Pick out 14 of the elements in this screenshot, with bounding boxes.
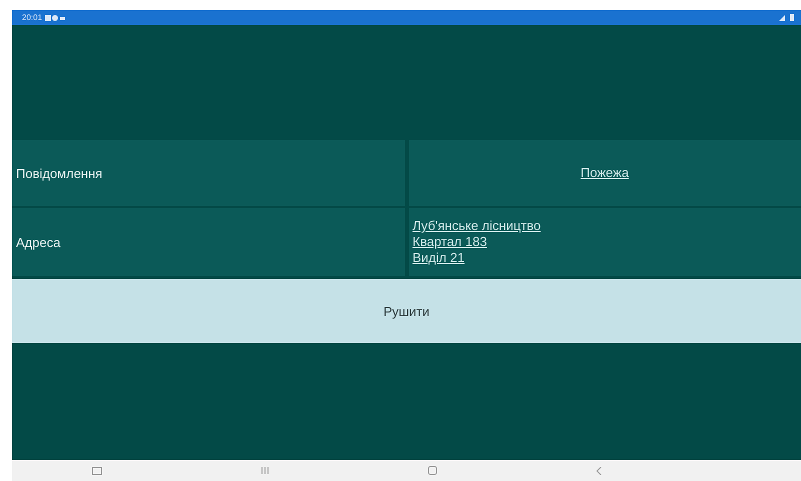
menu-icon[interactable] [260,467,268,474]
status-time: 20:01 [22,13,42,22]
signal-battery-icon [779,14,795,21]
row-label: Адреса [16,234,60,250]
back-icon[interactable] [596,466,602,474]
value-link[interactable]: Пожежа [580,165,629,181]
value-link[interactable]: Виділ 21 [412,250,465,266]
notification-icon [45,14,66,20]
home-icon[interactable] [428,466,436,475]
recent-apps-icon[interactable] [92,466,102,474]
value-link[interactable]: Квартал 183 [412,234,487,250]
go-button[interactable]: Рушити [12,279,801,343]
row-label: Повідомлення [16,166,102,180]
value-link[interactable]: Луб'янське лісництво [412,218,541,234]
